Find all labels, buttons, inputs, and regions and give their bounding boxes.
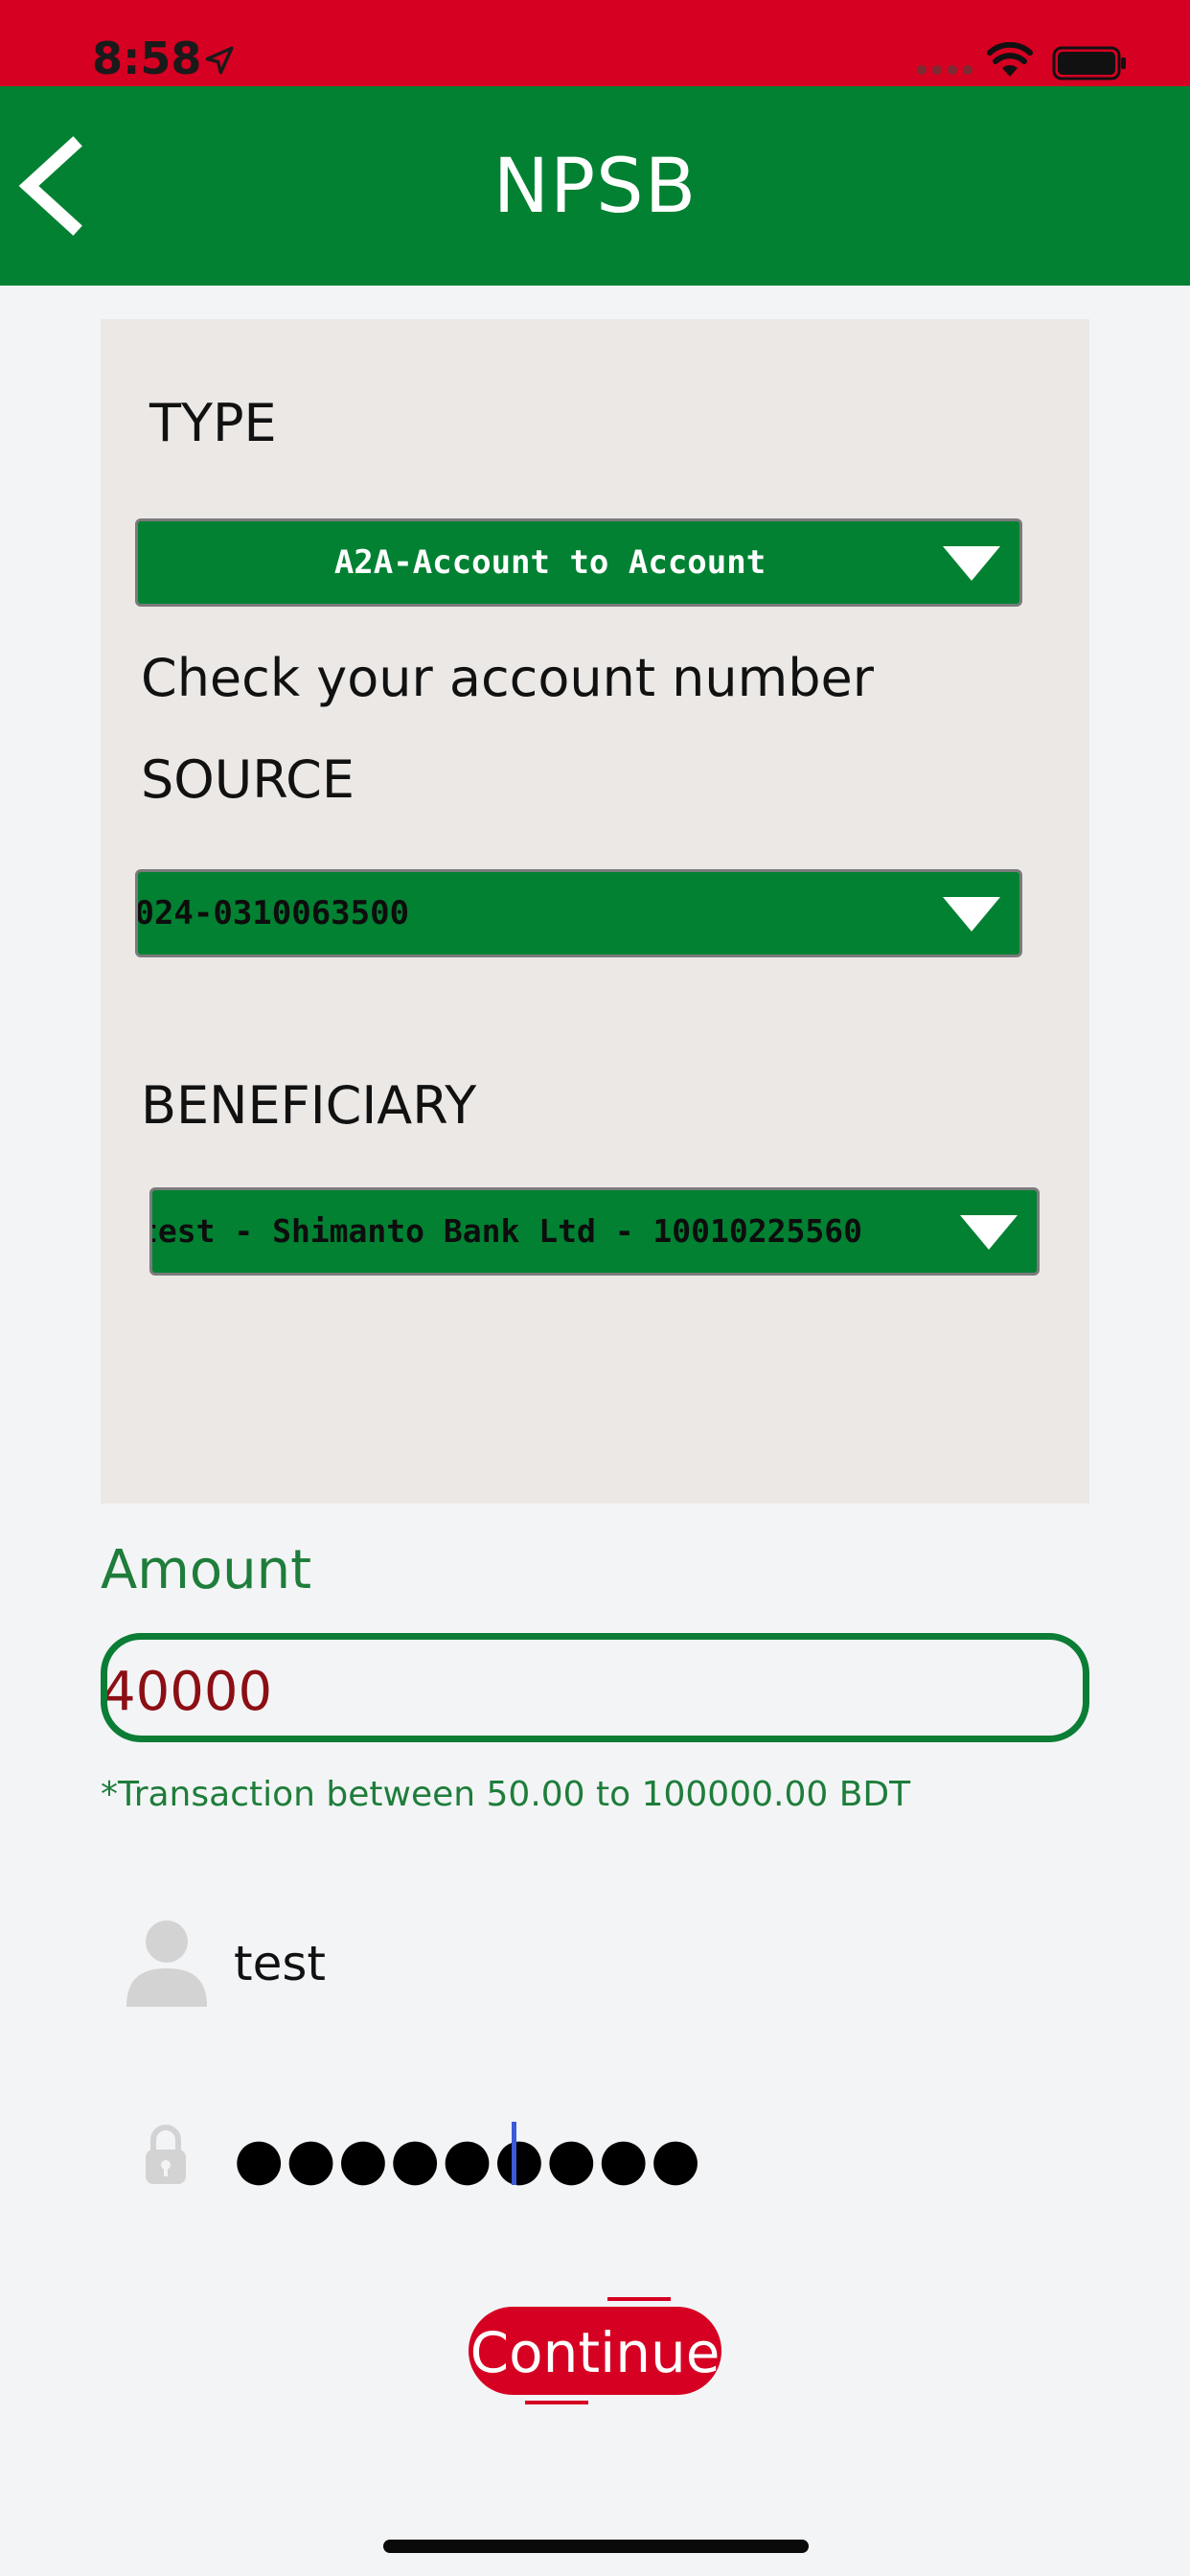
dropdown-arrow-icon	[943, 546, 1000, 581]
status-time: 8:58	[92, 33, 202, 84]
button-decoration-line	[525, 2401, 588, 2404]
beneficiary-dropdown[interactable]: test - Shimanto Bank Ltd - 10010225560	[149, 1187, 1040, 1276]
type-dropdown-value: A2A-Account to Account	[333, 543, 767, 582]
amount-input-value: 40000	[102, 1661, 273, 1723]
amount-label: Amount	[101, 1539, 312, 1601]
source-label: SOURCE	[141, 749, 355, 810]
wifi-icon	[987, 42, 1033, 77]
beneficiary-label: BENEFICIARY	[141, 1075, 477, 1136]
type-label: TYPE	[149, 393, 277, 453]
check-account-note: Check your account number	[141, 648, 874, 708]
continue-button[interactable]: Continue	[469, 2307, 721, 2395]
location-arrow-icon	[205, 46, 234, 75]
button-decoration-line	[607, 2297, 671, 2301]
dropdown-arrow-icon	[943, 897, 1000, 932]
username-field[interactable]: test	[234, 1936, 326, 1991]
beneficiary-dropdown-value: test - Shimanto Bank Ltd - 10010225560	[149, 1212, 862, 1250]
dropdown-arrow-icon	[960, 1215, 1018, 1250]
amount-input[interactable]: 40000	[101, 1633, 1089, 1742]
continue-button-label: Continue	[469, 2320, 721, 2385]
source-dropdown-value: 0024-0310063500	[135, 894, 410, 932]
type-dropdown[interactable]: A2A-Account to Account	[135, 518, 1022, 607]
signal-icon	[917, 65, 973, 75]
text-cursor	[512, 2122, 516, 2185]
battery-icon	[1052, 46, 1126, 80]
page-title: NPSB	[492, 144, 698, 230]
amount-limit-hint: *Transaction between 50.00 to 100000.00 …	[101, 1775, 911, 1814]
user-icon	[126, 1920, 207, 2007]
status-bar: 8:58	[0, 0, 1190, 86]
home-indicator[interactable]	[383, 2540, 809, 2553]
password-field[interactable]: ●●●●●●●●●	[234, 2126, 702, 2193]
lock-icon	[146, 2125, 186, 2184]
source-dropdown[interactable]: 0024-0310063500	[135, 869, 1022, 957]
